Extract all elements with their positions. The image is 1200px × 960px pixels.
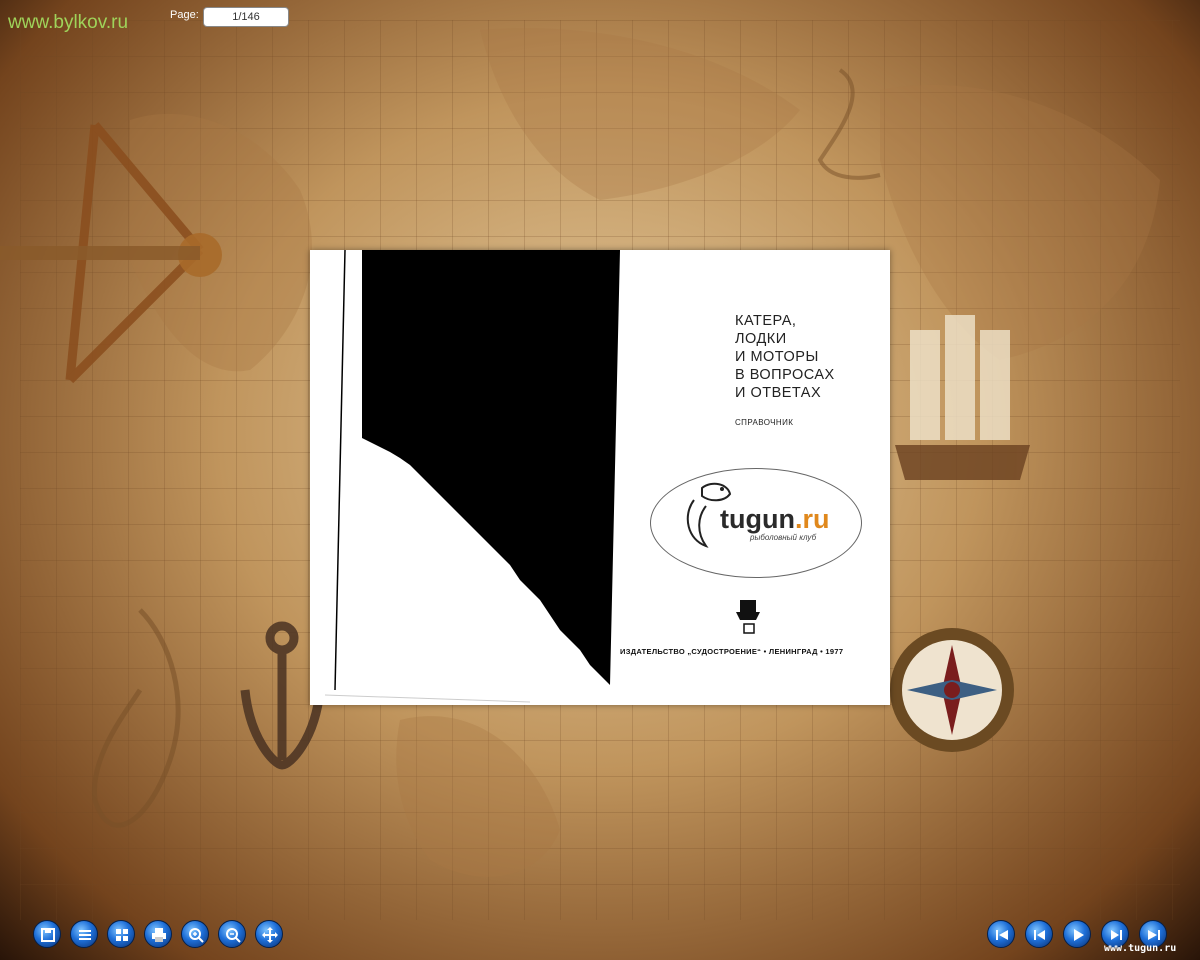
- first-page-icon: [996, 930, 1008, 940]
- book-page[interactable]: КАТЕРА, ЛОДКИ И МОТОРЫ В ВОПРОСАХ И ОТВЕ…: [310, 250, 890, 705]
- zoom-in-icon: [189, 928, 204, 943]
- print-icon: [152, 928, 166, 942]
- previous-page-button[interactable]: [1025, 920, 1053, 948]
- book-title: КАТЕРА, ЛОДКИ И МОТОРЫ В ВОПРОСАХ И ОТВЕ…: [735, 313, 835, 401]
- next-page-icon: [1111, 930, 1122, 940]
- thumbnails-button[interactable]: [107, 920, 135, 948]
- move-icon: [262, 927, 278, 943]
- move-button[interactable]: [255, 920, 283, 948]
- zoom-out-button[interactable]: [218, 920, 246, 948]
- save-icon: [41, 928, 55, 942]
- thumbnails-icon: [116, 929, 128, 941]
- page-label: Page:: [170, 9, 199, 21]
- logo-tagline: рыболовный клуб: [750, 533, 817, 542]
- publisher-line: ИЗДАТЕЛЬСТВО „СУДОСТРОЕНИЕ“ • ЛЕНИНГРАД …: [620, 647, 844, 656]
- save-button[interactable]: [33, 920, 61, 948]
- last-page-icon: [1148, 930, 1160, 940]
- tugun-logo: tugun.ru: [720, 504, 830, 534]
- zoom-out-icon: [226, 928, 241, 943]
- site-link[interactable]: www.bylkov.ru: [8, 12, 128, 34]
- watermark: www.tugun.ru: [1104, 943, 1177, 954]
- first-page-button[interactable]: [987, 920, 1015, 948]
- play-button[interactable]: [1063, 920, 1091, 948]
- page-number-input[interactable]: 1/146: [203, 7, 289, 27]
- play-icon: [1074, 929, 1084, 941]
- zoom-in-button[interactable]: [181, 920, 209, 948]
- previous-page-icon: [1034, 930, 1045, 940]
- book-subtitle: СПРАВОЧНИК: [735, 418, 794, 427]
- table-of-contents-icon: [79, 930, 91, 940]
- table-of-contents-button[interactable]: [70, 920, 98, 948]
- print-button[interactable]: [144, 920, 172, 948]
